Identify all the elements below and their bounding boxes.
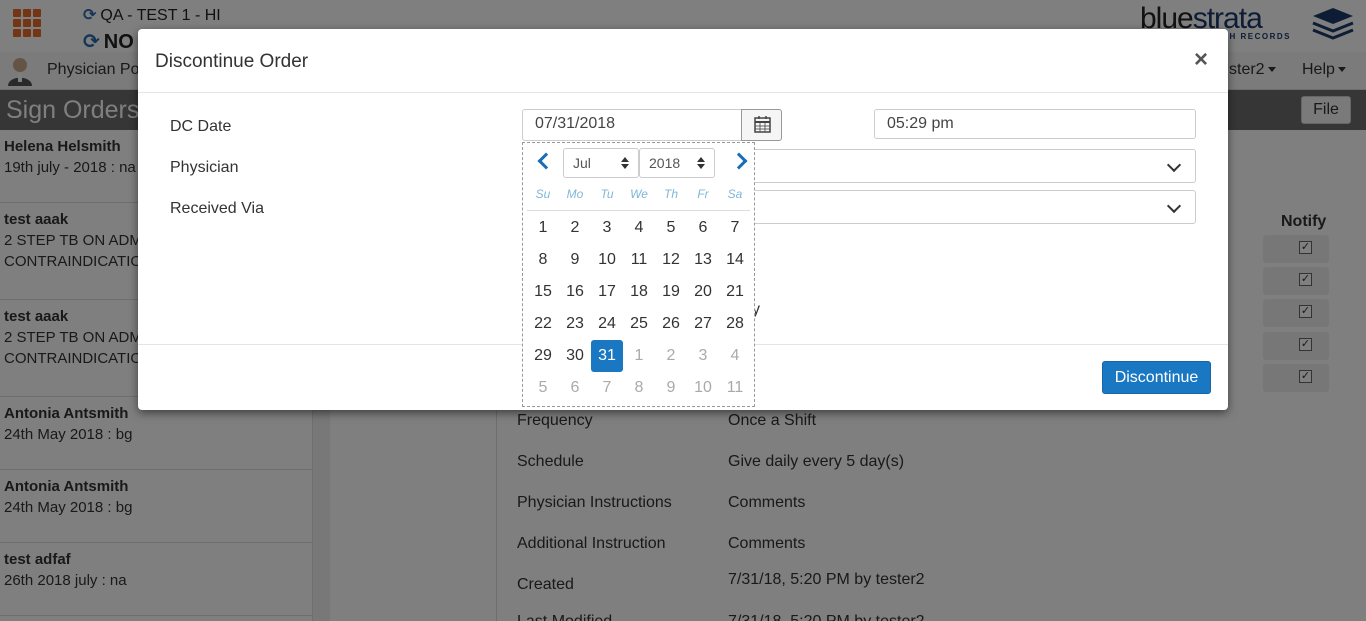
year-select[interactable]: 2018 (639, 148, 715, 178)
weekday-label: Fr (697, 187, 709, 201)
calendar-day[interactable]: 8 (623, 372, 655, 404)
weekday-label: Mo (566, 187, 584, 201)
calendar-day[interactable]: 31 (591, 340, 623, 372)
calendar-day[interactable]: 25 (623, 308, 655, 340)
calendar-day[interactable]: 7 (719, 212, 751, 244)
modal-header: Discontinue Order × (138, 29, 1228, 93)
calendar-day[interactable]: 17 (591, 276, 623, 308)
calendar-day[interactable]: 21 (719, 276, 751, 308)
calendar-day[interactable]: 6 (687, 212, 719, 244)
dc-date-input[interactable]: 07/31/2018 (522, 109, 742, 141)
calendar-day[interactable]: 30 (559, 340, 591, 372)
calendar-day[interactable]: 9 (559, 244, 591, 276)
calendar-day[interactable]: 26 (655, 308, 687, 340)
calendar-day[interactable]: 20 (687, 276, 719, 308)
received-via-label: Received Via (170, 200, 264, 217)
calendar-day[interactable]: 28 (719, 308, 751, 340)
dc-date-label: DC Date (170, 118, 232, 135)
calendar-day[interactable]: 1 (623, 340, 655, 372)
calendar-day[interactable]: 12 (655, 244, 687, 276)
calendar-day[interactable]: 4 (719, 340, 751, 372)
calendar-day[interactable]: 29 (527, 340, 559, 372)
calendar-day[interactable]: 24 (591, 308, 623, 340)
next-month-icon[interactable] (730, 152, 748, 170)
calendar-day[interactable]: 2 (655, 340, 687, 372)
calendar-day[interactable]: 16 (559, 276, 591, 308)
calendar-button[interactable] (741, 109, 782, 141)
calendar-day[interactable]: 10 (687, 372, 719, 404)
calendar-icon (754, 116, 771, 133)
modal-title: Discontinue Order (155, 51, 309, 72)
calendar-day[interactable]: 14 (719, 244, 751, 276)
physician-label: Physician (170, 159, 239, 176)
calendar-day[interactable]: 19 (655, 276, 687, 308)
calendar-day[interactable]: 3 (687, 340, 719, 372)
calendar-day[interactable]: 5 (527, 372, 559, 404)
calendar-day[interactable]: 15 (527, 276, 559, 308)
calendar-day[interactable]: 6 (559, 372, 591, 404)
month-select[interactable]: Jul (563, 148, 639, 178)
calendar-day[interactable]: 13 (687, 244, 719, 276)
calendar-day[interactable]: 10 (591, 244, 623, 276)
calendar-day[interactable]: 18 (623, 276, 655, 308)
calendar-day[interactable]: 5 (655, 212, 687, 244)
calendar-day[interactable]: 3 (591, 212, 623, 244)
datepicker-divider (527, 210, 750, 211)
calendar-day[interactable]: 9 (655, 372, 687, 404)
calendar-day[interactable]: 2 (559, 212, 591, 244)
calendar-day[interactable]: 4 (623, 212, 655, 244)
chevron-down-icon (1166, 198, 1182, 214)
chevron-down-icon (1166, 157, 1182, 173)
discontinue-button[interactable]: Discontinue (1102, 361, 1211, 394)
prev-month-icon[interactable] (537, 152, 555, 170)
calendar-day[interactable]: 8 (527, 244, 559, 276)
calendar-day[interactable]: 11 (719, 372, 751, 404)
weekday-label: Sa (727, 187, 743, 201)
close-icon[interactable]: × (1194, 48, 1208, 72)
calendar-day[interactable]: 11 (623, 244, 655, 276)
weekday-label: Th (663, 187, 678, 201)
weekday-label: Su (535, 187, 551, 201)
calendar-day[interactable]: 22 (527, 308, 559, 340)
calendar-day[interactable]: 1 (527, 212, 559, 244)
time-input[interactable]: 05:29 pm (874, 109, 1196, 139)
weekday-label: Tu (600, 187, 614, 201)
calendar-day[interactable]: 7 (591, 372, 623, 404)
calendar-day[interactable]: 27 (687, 308, 719, 340)
datepicker-popup: Jul 2018 Su Mo Tu We Th Fr Sa 1 2 3 4 5 6 7 8 9 10 11 12 1… (522, 142, 755, 407)
weekday-label: We (630, 187, 648, 201)
calendar-day[interactable]: 23 (559, 308, 591, 340)
